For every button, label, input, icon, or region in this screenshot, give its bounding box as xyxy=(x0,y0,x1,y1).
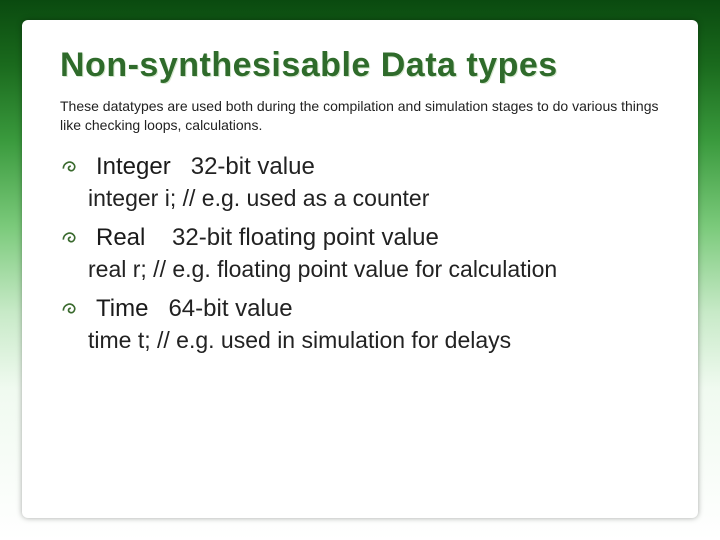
swirl-bullet-icon xyxy=(60,224,82,252)
description: 32-bit floating point value xyxy=(145,224,439,251)
keyword: Time xyxy=(96,295,148,322)
swirl-bullet-icon xyxy=(60,295,82,323)
keyword: Integer xyxy=(96,153,171,180)
slide-background: Non-synthesisable Data types These datat… xyxy=(0,0,720,540)
slide-subtitle: These datatypes are used both during the… xyxy=(60,97,666,135)
keyword: Real xyxy=(96,224,145,251)
item-text: Real 32-bit floating point value xyxy=(96,224,439,252)
item-text: Time 64-bit value xyxy=(96,295,293,323)
code-example: real r; // e.g. floating point value for… xyxy=(88,256,666,283)
description: 64-bit value xyxy=(148,295,292,322)
bullet-item: Time 64-bit value xyxy=(60,295,666,323)
content-card: Non-synthesisable Data types These datat… xyxy=(22,20,698,518)
item-text: Integer 32-bit value xyxy=(96,153,315,181)
code-example: time t; // e.g. used in simulation for d… xyxy=(88,327,666,354)
description: 32-bit value xyxy=(171,153,315,180)
code-example: integer i; // e.g. used as a counter xyxy=(88,185,666,212)
swirl-bullet-icon xyxy=(60,153,82,181)
bullet-item: Integer 32-bit value xyxy=(60,153,666,181)
slide-title: Non-synthesisable Data types xyxy=(60,46,666,85)
bullet-item: Real 32-bit floating point value xyxy=(60,224,666,252)
